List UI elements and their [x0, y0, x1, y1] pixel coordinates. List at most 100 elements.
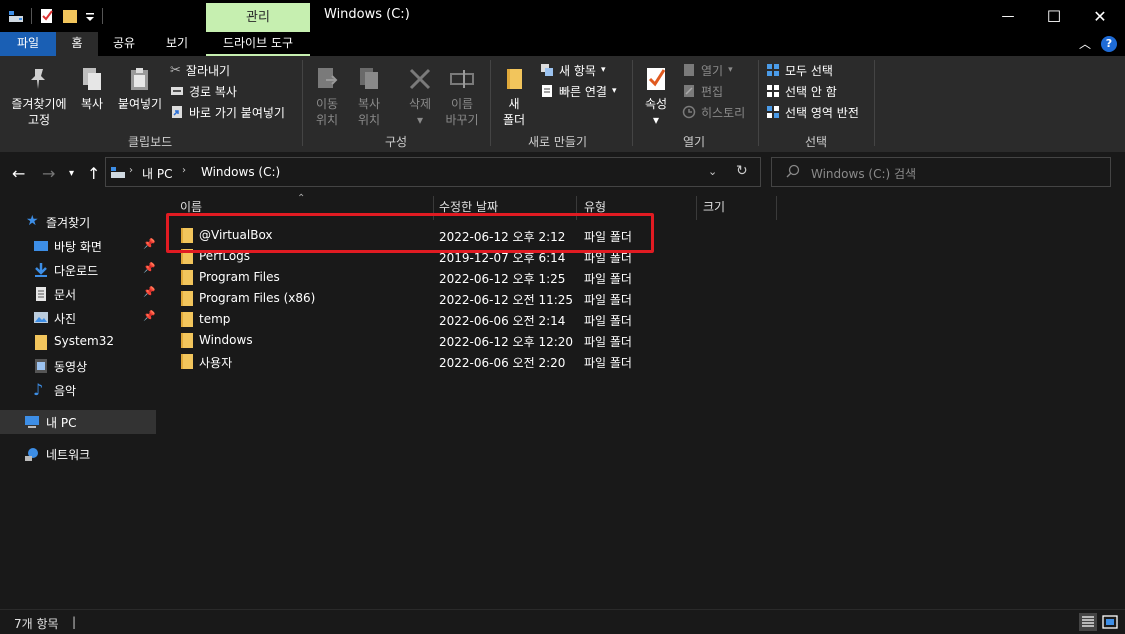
address-dropdown-icon[interactable]: ⌄ — [708, 165, 717, 178]
column-divider[interactable] — [776, 196, 777, 220]
pin-icon[interactable]: 📌 — [143, 239, 155, 250]
invert-selection-label: 선택 영역 반전 — [785, 105, 859, 120]
sidebar-item-network[interactable]: 네트워크 — [0, 442, 156, 466]
address-bar[interactable]: › 내 PC › Windows (C:) ⌄ ↻ — [105, 157, 761, 187]
properties-button[interactable]: 속성 ▾ — [638, 66, 674, 128]
group-label-select: 선택 — [805, 135, 828, 149]
breadcrumb-drive[interactable]: Windows (C:) — [201, 165, 280, 179]
open-button[interactable]: 열기 ▾ — [682, 60, 733, 80]
paste-button[interactable]: 붙여넣기 — [114, 66, 166, 112]
invert-selection-button[interactable]: 선택 영역 반전 — [766, 102, 859, 122]
file-name: Program Files (x86) — [199, 291, 316, 305]
details-view-icon[interactable] — [1079, 613, 1097, 631]
sidebar-item-pictures[interactable]: 사진 📌 — [0, 306, 156, 330]
file-name: temp — [199, 312, 231, 326]
sidebar-item-this-pc[interactable]: 내 PC — [0, 410, 156, 434]
new-folder-button[interactable]: 새 폴더 — [496, 66, 532, 128]
column-divider[interactable] — [696, 196, 697, 220]
sidebar-item-documents[interactable]: 문서 📌 — [0, 282, 156, 306]
pin-icon[interactable]: 📌 — [143, 311, 155, 322]
table-row[interactable]: Windows 2022-06-12 오후 12:20 파일 폴더 — [160, 330, 1125, 351]
group-divider — [490, 60, 491, 146]
group-divider — [302, 60, 303, 146]
download-icon — [35, 263, 47, 277]
column-header-size[interactable]: 크기 — [703, 200, 725, 222]
sidebar-item-quick-access[interactable]: ★ 즐겨찾기 — [0, 210, 156, 234]
new-item-label: 새 항목 — [559, 63, 596, 78]
sidebar-label: 즐겨찾기 — [46, 216, 91, 230]
sidebar-label: 동영상 — [54, 360, 88, 374]
up-icon[interactable]: ↑ — [87, 164, 100, 183]
pin-icon[interactable]: 📌 — [143, 263, 155, 274]
move-to-label-line2: 위치 — [315, 113, 339, 127]
edit-icon — [684, 85, 694, 97]
delete-button[interactable]: 삭제 ▾ — [402, 66, 438, 128]
minimize-button[interactable]: — — [985, 0, 1031, 32]
properties-dropdown-icon: ▾ — [652, 113, 660, 127]
properties-icon — [647, 68, 666, 90]
easy-access-button[interactable]: 빠른 연결 ▾ — [540, 81, 617, 101]
forward-icon[interactable]: → — [42, 164, 55, 183]
select-none-button[interactable]: 선택 안 함 — [766, 81, 837, 101]
tab-share[interactable]: 공유 — [100, 32, 148, 56]
large-icons-view-icon[interactable] — [1101, 613, 1119, 631]
sidebar-label: 사진 — [54, 312, 77, 326]
folder-icon — [181, 270, 193, 285]
close-button[interactable]: ✕ — [1077, 0, 1123, 32]
group-divider — [874, 60, 875, 146]
new-item-icon — [541, 64, 553, 76]
sidebar-item-downloads[interactable]: 다운로드 📌 — [0, 258, 156, 282]
move-to-button[interactable]: 이동 위치 — [308, 66, 346, 128]
sidebar-item-desktop[interactable]: 바탕 화면 📌 — [0, 234, 156, 258]
search-input[interactable]: Windows (C:) 검색 — [771, 157, 1111, 187]
maximize-button[interactable]: ☐ — [1031, 0, 1077, 32]
pin-label-line2: 고정 — [27, 113, 51, 127]
table-row[interactable]: 사용자 2022-06-06 오전 2:20 파일 폴더 — [160, 351, 1125, 372]
tab-home[interactable]: 홈 — [56, 32, 98, 56]
move-to-label-line1: 이동 — [315, 97, 339, 111]
search-icon — [786, 164, 800, 181]
tab-drive-tools[interactable]: 드라이브 도구 — [206, 32, 310, 56]
refresh-icon[interactable]: ↻ — [736, 163, 748, 179]
file-type: 파일 폴더 — [584, 335, 632, 349]
paste-shortcut-button[interactable]: 바로 가기 붙여넣기 — [170, 102, 285, 122]
music-icon: ♪ — [33, 380, 44, 399]
file-type: 파일 폴더 — [584, 293, 632, 307]
sidebar-item-system32[interactable]: System32 — [0, 330, 156, 354]
tab-file[interactable]: 파일 — [0, 32, 56, 56]
new-folder-icon[interactable] — [62, 8, 78, 24]
recent-locations-icon[interactable]: ▾ — [69, 168, 74, 179]
history-button[interactable]: 히스토리 — [682, 102, 745, 122]
history-label: 히스토리 — [701, 105, 746, 120]
sidebar-item-videos[interactable]: 동영상 — [0, 354, 156, 378]
sidebar-item-music[interactable]: ♪ 음악 — [0, 378, 156, 402]
table-row[interactable]: temp 2022-06-06 오전 2:14 파일 폴더 — [160, 309, 1125, 330]
cut-button[interactable]: ✂ 잘라내기 — [170, 60, 230, 80]
select-all-button[interactable]: 모두 선택 — [766, 60, 833, 80]
rename-button[interactable]: 이름 바꾸기 — [440, 66, 484, 128]
copy-to-button[interactable]: 복사 위치 — [350, 66, 388, 128]
collapse-ribbon-icon[interactable]: ︿ — [1079, 35, 1091, 52]
drive-icon — [110, 164, 126, 183]
tab-view[interactable]: 보기 — [152, 32, 202, 56]
copy-button[interactable]: 복사 — [74, 66, 110, 112]
copy-path-button[interactable]: 경로 복사 — [170, 81, 237, 101]
properties-icon[interactable] — [39, 8, 55, 24]
back-icon[interactable]: ← — [12, 164, 25, 183]
pin-to-quick-access-button[interactable]: 즐겨찾기에 고정 — [4, 66, 74, 128]
tab-manage[interactable]: 관리 — [206, 3, 310, 32]
pin-icon[interactable]: 📌 — [143, 287, 155, 298]
table-row[interactable]: Program Files 2022-06-12 오후 1:25 파일 폴더 — [160, 267, 1125, 288]
help-icon[interactable]: ? — [1101, 35, 1117, 52]
edit-button[interactable]: 편집 — [682, 81, 723, 101]
network-icon — [25, 448, 38, 461]
drive-icon[interactable] — [8, 8, 24, 24]
copy-to-label-line2: 위치 — [357, 113, 381, 127]
table-row[interactable]: Program Files (x86) 2022-06-12 오전 11:25 … — [160, 288, 1125, 309]
invert-selection-icon — [767, 106, 779, 118]
new-item-button[interactable]: 새 항목 ▾ — [540, 60, 605, 80]
customize-toolbar-icon[interactable] — [85, 8, 95, 24]
breadcrumb-this-pc[interactable]: 내 PC — [142, 165, 172, 182]
sidebar-label: 음악 — [54, 384, 77, 398]
delete-label: 삭제 — [408, 97, 432, 111]
